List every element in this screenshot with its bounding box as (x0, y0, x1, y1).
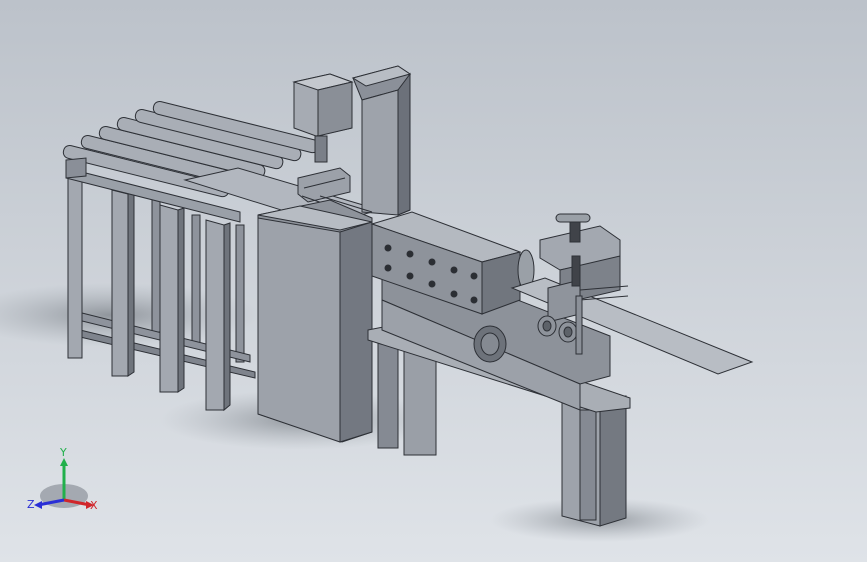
adjust-handle[interactable] (555, 213, 591, 223)
model-scene[interactable]: Y X Z (0, 0, 867, 562)
cad-viewport[interactable]: Y X Z (0, 0, 867, 562)
control-cabinet[interactable] (257, 199, 373, 443)
x-axis-label: X (90, 499, 98, 512)
press-ram (314, 135, 328, 163)
conveyor-end-cap (65, 157, 87, 179)
z-axis-label: Z (27, 498, 35, 511)
y-axis-label: Y (59, 446, 67, 459)
